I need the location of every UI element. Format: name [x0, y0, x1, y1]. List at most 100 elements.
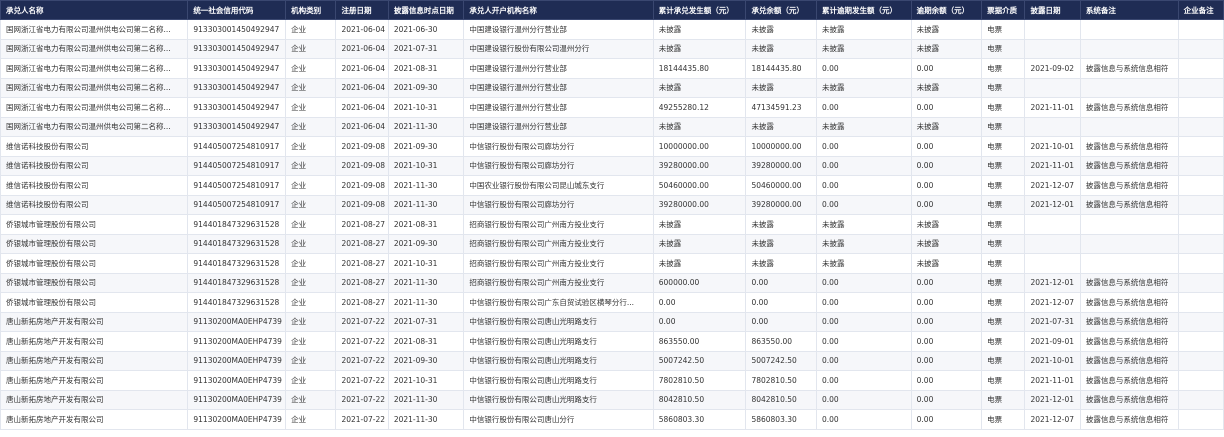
cell-company-remark: [1177, 350, 1224, 371]
cell-acceptor-name: 侨银城市管理股份有限公司: [0, 214, 189, 235]
header-register-date[interactable]: 注册日期: [335, 0, 389, 20]
cell-acceptor-name: 国网浙江省电力有限公司温州供电公司第二名称...: [0, 97, 189, 118]
cell-bank-name: 中信银行股份有限公司唐山光明路支行: [463, 350, 654, 371]
table-row[interactable]: 唐山新拓房地产开发有限公司 91130200MA0EHP4739 企业 2021-07…: [0, 409, 1224, 430]
cell-disclosure-date: 2021-11-01: [1024, 155, 1081, 176]
table-row[interactable]: 侨银城市管理股份有限公司 914401847329631528 企业 2021-08-…: [0, 292, 1224, 313]
cell-disclosure-date: 2021-11-01: [1024, 97, 1081, 118]
header-disclosure-point-date[interactable]: 披露信息时点日期: [387, 0, 465, 20]
cell-disclosure-point-date: 2021-10-31: [387, 253, 465, 274]
cell-cumulative-overdue: 0.00: [815, 58, 912, 79]
cell-cumulative-overdue: 未披露: [815, 233, 912, 254]
cell-acceptance-balance: 未披露: [745, 77, 817, 98]
cell-disclosure-date: 2021-10-01: [1024, 136, 1081, 157]
header-org-type[interactable]: 机构类别: [285, 0, 337, 20]
table-row[interactable]: 唐山新拓房地产开发有限公司 91130200MA0EHP4739 企业 2021-07…: [0, 331, 1224, 352]
cell-overdue-balance: 未披露: [910, 116, 983, 137]
table-row[interactable]: 国网浙江省电力有限公司温州供电公司第二名称... 9133030014504929…: [0, 38, 1224, 59]
cell-org-type: 企业: [285, 409, 337, 430]
table-row[interactable]: 唐山新拓房地产开发有限公司 91130200MA0EHP4739 企业 2021-07…: [0, 350, 1224, 371]
cell-overdue-balance: 未披露: [910, 38, 983, 59]
cell-org-type: 企业: [285, 38, 337, 59]
header-credit-code[interactable]: 统一社会信用代码: [187, 0, 287, 20]
table-row[interactable]: 维信诺科技股份有限公司 914405007254810917 企业 2021-09-0…: [0, 155, 1224, 176]
table-row[interactable]: 国网浙江省电力有限公司温州供电公司第二名称... 9133030014504929…: [0, 19, 1224, 40]
cell-cumulative-acceptance: 10000000.00: [652, 136, 747, 157]
cell-cumulative-overdue: 0.00: [815, 409, 912, 430]
cell-company-remark: [1177, 233, 1224, 254]
cell-cumulative-overdue: 0.00: [815, 389, 912, 410]
header-bill-medium[interactable]: 票据介质: [981, 0, 1026, 20]
cell-acceptance-balance: 39280000.00: [745, 155, 817, 176]
table-row[interactable]: 维信诺科技股份有限公司 914405007254810917 企业 2021-09-0…: [0, 194, 1224, 215]
table-row[interactable]: 国网浙江省电力有限公司温州供电公司第二名称... 9133030014504929…: [0, 58, 1224, 79]
cell-system-remark: 披露信息与系统信息相符: [1079, 58, 1179, 79]
table-row[interactable]: 国网浙江省电力有限公司温州供电公司第二名称... 9133030014504929…: [0, 116, 1224, 137]
cell-register-date: 2021-09-08: [335, 194, 389, 215]
cell-system-remark: 披露信息与系统信息相符: [1079, 370, 1179, 391]
cell-cumulative-overdue: 0.00: [815, 175, 912, 196]
header-acceptance-balance[interactable]: 承兑余额（元）: [745, 0, 817, 20]
cell-acceptor-name: 维信诺科技股份有限公司: [0, 175, 189, 196]
cell-acceptance-balance: 未披露: [745, 233, 817, 254]
cell-system-remark: [1079, 19, 1179, 40]
cell-overdue-balance: 0.00: [910, 58, 983, 79]
cell-cumulative-acceptance: 未披露: [652, 77, 747, 98]
cell-register-date: 2021-09-08: [335, 175, 389, 196]
cell-cumulative-acceptance: 39280000.00: [652, 194, 747, 215]
cell-acceptor-name: 唐山新拓房地产开发有限公司: [0, 370, 189, 391]
cell-bank-name: 招商银行股份有限公司广州南方投业支行: [463, 253, 654, 274]
cell-cumulative-overdue: 未披露: [815, 116, 912, 137]
header-disclosure-date[interactable]: 披露日期: [1024, 0, 1081, 20]
cell-company-remark: [1177, 311, 1224, 332]
cell-overdue-balance: 0.00: [910, 175, 983, 196]
cell-acceptance-balance: 5860803.30: [745, 409, 817, 430]
cell-company-remark: [1177, 292, 1224, 313]
table-row[interactable]: 侨银城市管理股份有限公司 914401847329631528 企业 2021-08-…: [0, 214, 1224, 235]
cell-org-type: 企业: [285, 331, 337, 352]
cell-overdue-balance: 未披露: [910, 19, 983, 40]
cell-bank-name: 招商银行股份有限公司广州南方投业支行: [463, 214, 654, 235]
cell-system-remark: 披露信息与系统信息相符: [1079, 311, 1179, 332]
cell-company-remark: [1177, 253, 1224, 274]
table-row[interactable]: 侨银城市管理股份有限公司 914401847329631528 企业 2021-08-…: [0, 233, 1224, 254]
header-overdue-balance[interactable]: 逾期余额（元）: [910, 0, 983, 20]
cell-org-type: 企业: [285, 116, 337, 137]
cell-acceptance-balance: 未披露: [745, 214, 817, 235]
header-system-remark[interactable]: 系统备注: [1079, 0, 1179, 20]
table-row[interactable]: 侨银城市管理股份有限公司 914401847329631528 企业 2021-08-…: [0, 272, 1224, 293]
table-row[interactable]: 维信诺科技股份有限公司 914405007254810917 企业 2021-09-0…: [0, 136, 1224, 157]
table-row[interactable]: 唐山新拓房地产开发有限公司 91130200MA0EHP4739 企业 2021-07…: [0, 370, 1224, 391]
cell-cumulative-acceptance: 未披露: [652, 253, 747, 274]
header-cumulative-overdue[interactable]: 累计逾期发生额（元）: [815, 0, 912, 20]
table-row[interactable]: 维信诺科技股份有限公司 914405007254810917 企业 2021-09-0…: [0, 175, 1224, 196]
table-row[interactable]: 唐山新拓房地产开发有限公司 91130200MA0EHP4739 企业 2021-07…: [0, 389, 1224, 410]
cell-acceptance-balance: 未披露: [745, 116, 817, 137]
table-row[interactable]: 国网浙江省电力有限公司温州供电公司第二名称... 9133030014504929…: [0, 97, 1224, 118]
cell-register-date: 2021-09-08: [335, 155, 389, 176]
cell-cumulative-acceptance: 8042810.50: [652, 389, 747, 410]
cell-disclosure-point-date: 2021-09-30: [387, 136, 465, 157]
cell-bank-name: 中信银行股份有限公司唐山光明路支行: [463, 389, 654, 410]
header-acceptor-name[interactable]: 承兑人名称: [0, 0, 189, 20]
cell-register-date: 2021-08-27: [335, 253, 389, 274]
header-bank-name[interactable]: 承兑人开户机构名称: [463, 0, 654, 20]
cell-bank-name: 中信银行股份有限公司唐山光明路支行: [463, 331, 654, 352]
table-row[interactable]: 国网浙江省电力有限公司温州供电公司第二名称... 9133030014504929…: [0, 77, 1224, 98]
cell-register-date: 2021-06-04: [335, 38, 389, 59]
table-header-row: 承兑人名称 统一社会信用代码 机构类别 注册日期 披露信息时点日期 承兑人开户机…: [0, 0, 1224, 20]
cell-org-type: 企业: [285, 77, 337, 98]
cell-overdue-balance: 0.00: [910, 389, 983, 410]
cell-register-date: 2021-08-27: [335, 233, 389, 254]
cell-org-type: 企业: [285, 311, 337, 332]
cell-overdue-balance: 0.00: [910, 155, 983, 176]
cell-bank-name: 中国建设银行温州分行营业部: [463, 97, 654, 118]
cell-company-remark: [1177, 370, 1224, 391]
cell-acceptor-name: 国网浙江省电力有限公司温州供电公司第二名称...: [0, 38, 189, 59]
table-row[interactable]: 唐山新拓房地产开发有限公司 91130200MA0EHP4739 企业 2021-07…: [0, 311, 1224, 332]
header-cumulative-acceptance[interactable]: 累计承兑发生额（元）: [652, 0, 747, 20]
cell-bill-medium: 电票: [981, 331, 1026, 352]
header-company-remark[interactable]: 企业备注: [1177, 0, 1224, 20]
table-row[interactable]: 侨银城市管理股份有限公司 914401847329631528 企业 2021-08-…: [0, 253, 1224, 274]
cell-cumulative-acceptance: 49255280.12: [652, 97, 747, 118]
